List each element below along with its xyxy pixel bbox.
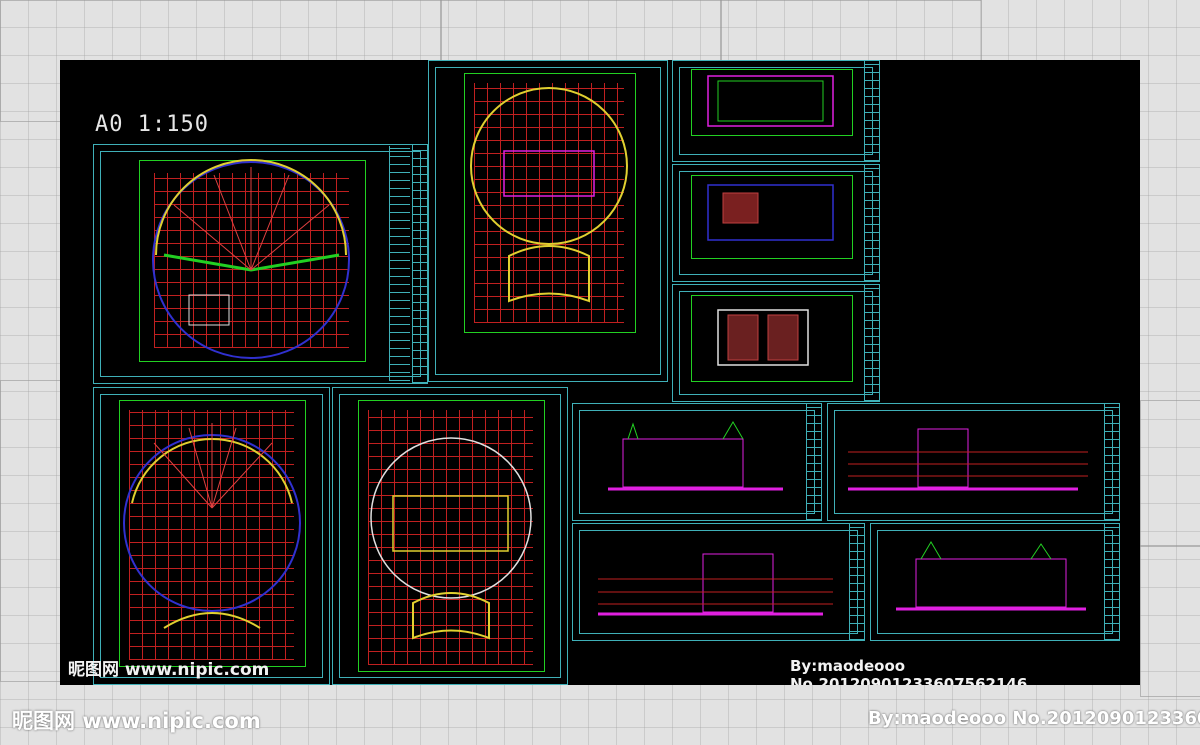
drawing-sheet-plan-6[interactable] (93, 387, 330, 685)
plan-room-block (727, 314, 759, 361)
plan-building-outline (503, 150, 595, 197)
watermark-site-url: www.nipic.com (82, 709, 261, 733)
watermark-author: By:maodeooo No.20120901233607562146 (790, 657, 1140, 685)
roof-outline (920, 541, 1052, 560)
roof-outline (627, 421, 744, 440)
background-sheet (0, 380, 62, 682)
plan-room-block (722, 192, 759, 224)
watermark-author-name: By:maodeooo (868, 708, 1007, 729)
cad-drawing-canvas[interactable]: A0 1:150 昵图网 www.nipic.com By:maodeooo N… (60, 60, 1140, 685)
plan-room-block (767, 314, 799, 361)
circular-plan-drawing (123, 423, 301, 629)
drawing-sheet-plan-3[interactable] (672, 60, 880, 162)
background-sheet (1140, 545, 1200, 697)
plan-stair (163, 612, 261, 629)
elevation-drawing (896, 541, 1086, 611)
watermark-author-bottom: By:maodeooo No.2012090123360 (868, 708, 1200, 729)
circular-plan-drawing (152, 159, 350, 359)
watermark-site-cn: 昵图网 (68, 660, 119, 680)
plan-room-block (188, 294, 230, 326)
watermark-site: 昵图网 www.nipic.com (68, 655, 269, 680)
drawing-sheet-elevation-2[interactable] (827, 403, 1120, 521)
floor-plan-drawing (707, 75, 834, 127)
scale-label: A0 1:150 (95, 112, 209, 137)
elevation-drawing (848, 428, 1088, 491)
facade-outline (915, 558, 1067, 608)
plan-circle (370, 437, 532, 599)
drawing-sheet-plan-7[interactable] (332, 387, 568, 685)
elevation-drawing (608, 421, 783, 491)
level-lines (598, 578, 833, 605)
facade-outline (917, 428, 969, 488)
drawing-sheet-elevation-3[interactable] (572, 523, 865, 641)
watermark-site-cn: 昵图网 (12, 709, 75, 733)
elevation-drawing (598, 553, 833, 616)
background-sheet (440, 0, 722, 62)
drawing-sheet-elevation-1[interactable] (572, 403, 822, 521)
radial-lines (173, 167, 330, 271)
title-block (389, 146, 410, 381)
plan-stair (508, 245, 590, 303)
floor-plan-drawing (707, 184, 834, 241)
circular-plan-drawing (470, 87, 628, 303)
facade-outline (702, 553, 774, 613)
drawing-sheet-elevation-4[interactable] (870, 523, 1120, 641)
plan-circle (470, 87, 628, 245)
floor-plan-drawing (717, 309, 809, 366)
watermark-number: No.2012090123360 (1012, 708, 1200, 729)
facade-outline (622, 438, 744, 488)
watermark-author-name: By:maodeooo (790, 657, 906, 675)
watermark-site-url: www.nipic.com (124, 660, 270, 680)
drawing-sheet-plan-1[interactable] (93, 144, 428, 384)
circular-plan-drawing (370, 437, 532, 640)
watermark-site-bottom: 昵图网 www.nipic.com (12, 705, 261, 735)
drawing-sheet-plan-2[interactable] (389, 60, 668, 382)
plan-inner-outline (717, 80, 824, 122)
background-sheet (1140, 400, 1200, 547)
plan-stair (412, 592, 490, 640)
plan-building-outline (392, 495, 509, 552)
watermark-number: No.20120901233607562146 (790, 675, 1028, 685)
plan-building-outline (707, 75, 834, 127)
drawing-sheet-plan-4[interactable] (672, 164, 880, 282)
background-sheet (720, 0, 982, 62)
drawing-sheet-plan-5[interactable] (672, 284, 880, 402)
